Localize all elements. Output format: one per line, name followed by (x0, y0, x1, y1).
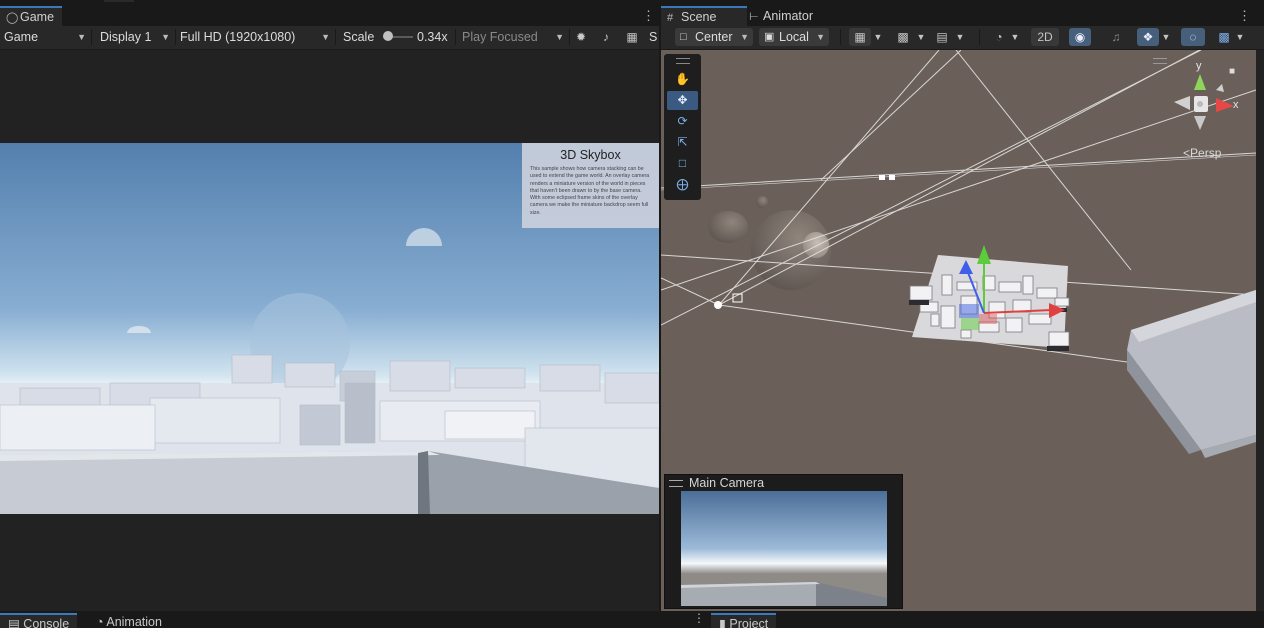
transform-tool-icon[interactable]: ⨁ (667, 175, 698, 194)
chevron-down-icon: ▼ (816, 32, 825, 42)
tab-scene[interactable]: # Scene (661, 6, 747, 26)
game-toolbar: Game ▼ Display 1 ▼ Full HD (1920x1080) ▼… (0, 26, 659, 50)
2d-toggle-label: 2D (1037, 30, 1053, 44)
lock-icon[interactable]: ■ (1229, 66, 1235, 77)
overlay-grip-icon[interactable] (676, 58, 690, 64)
tab-scene-label: Scene (681, 10, 717, 24)
chevron-down-icon: ▼ (161, 32, 170, 42)
move-tool-icon[interactable]: ✥ (667, 91, 698, 110)
chevron-down-icon[interactable]: ▼ (914, 28, 928, 46)
tab-console-label: Console (23, 617, 70, 628)
grid-icon: # (667, 12, 674, 24)
scale-label: Scale (343, 30, 375, 44)
game-tab-bar: ◯ Game ⋮ (0, 6, 659, 26)
chevron-down-icon: ▼ (555, 32, 564, 42)
game-view-dropdown-value: Game (4, 30, 39, 44)
rect-tool-icon[interactable]: □ (667, 154, 698, 173)
scene-camera-icon[interactable]: ▩ (1213, 28, 1235, 46)
projection-label: Persp (1190, 146, 1222, 160)
tab-animator-label: Animator (763, 9, 814, 23)
folder-icon: ▮ (719, 617, 726, 628)
chevron-down-icon: ▼ (77, 32, 86, 42)
gamepad-icon: ◯ (6, 12, 19, 24)
camera-preview-title: Main Camera (689, 476, 765, 490)
bottom-tab-bar: ▤ Console ◔ Animation ⋮ ▮ Project (0, 611, 1264, 628)
game-tab-menu-icon[interactable]: ⋮ (642, 8, 655, 24)
effects-toggle-icon[interactable]: ❖ (1137, 28, 1159, 46)
chevron-down-icon[interactable]: ▼ (953, 28, 967, 46)
tab-animation-label: Animation (106, 615, 162, 626)
draw-mode-icon[interactable]: ◔ (988, 28, 1010, 46)
console-icon: ▤ (8, 617, 20, 628)
play-mode-dropdown[interactable]: Play Focused ▼ (458, 28, 568, 46)
tab-animator[interactable]: ⊢ Animator (743, 6, 821, 26)
increment-snap-icon[interactable]: ▤ (931, 28, 953, 46)
toolbar-separator (979, 29, 980, 45)
scale-tool-icon[interactable]: ⇱ (667, 133, 698, 152)
hidden-objects-toggle-icon[interactable]: ◌ (1181, 28, 1205, 46)
scene-tools-overlay: ✋ ✥ ⟳ ⇱ □ ⨁ (664, 54, 701, 200)
hand-tool-icon[interactable]: ✋ (667, 70, 698, 89)
skybox-info-description: This sample shows how camera stacking ca… (530, 166, 650, 216)
grid-visibility-icon[interactable]: ▩ (892, 28, 914, 46)
pivot-space-value: Local (779, 30, 809, 44)
tab-project-label: Project (729, 617, 769, 628)
tab-game-label: Game (20, 10, 55, 24)
toolbar-separator (840, 29, 841, 45)
play-mode-dropdown-value: Play Focused (462, 30, 538, 44)
chevron-down-icon[interactable]: ▼ (1159, 28, 1173, 46)
toolbar-separator (91, 29, 92, 45)
animation-icon: ◔ (96, 615, 104, 626)
bottom-tab-menu-icon[interactable]: ⋮ (693, 611, 705, 625)
main-camera-preview[interactable]: Main Camera (664, 474, 903, 609)
keyboard-icon[interactable]: ▦ (621, 28, 643, 46)
scene-right-edge (1256, 50, 1264, 611)
scene-tab-bar: # Scene ⊢ Animator ⋮ (661, 6, 1264, 26)
bug-icon[interactable]: ✹ (570, 28, 592, 46)
skybox-info-panel: 3D Skybox This sample shows how camera s… (522, 143, 659, 228)
pivot-mode-dropdown[interactable]: □ Center ▼ (675, 28, 753, 46)
overlay-grip-icon[interactable] (669, 480, 683, 487)
gizmo-x-label: x (1233, 99, 1239, 111)
gizmo-y-label: y (1196, 60, 1202, 72)
game-view-dropdown[interactable]: Game ▼ (0, 28, 90, 46)
toolbar-separator (335, 29, 336, 45)
tab-animation[interactable]: ◔ Animation (88, 613, 170, 626)
projection-toggle[interactable]: <Persp (1183, 146, 1221, 160)
chevron-down-icon[interactable]: ▼ (1008, 28, 1022, 46)
overlay-grip-icon[interactable] (1153, 58, 1167, 64)
animator-icon: ⊢ (749, 11, 759, 23)
scene-toolbar: □ Center ▼ ▣ Local ▼ ▦ ▼ ▩ ▼ ▤ ▼ ◔ ▼ 2D … (661, 26, 1264, 50)
rotate-tool-icon[interactable]: ⟳ (667, 112, 698, 131)
pivot-space-dropdown[interactable]: ▣ Local ▼ (759, 28, 829, 46)
resolution-dropdown[interactable]: Full HD (1920x1080) ▼ (176, 28, 334, 46)
pivot-mode-value: Center (695, 30, 733, 44)
chevron-down-icon: ▼ (740, 32, 749, 42)
scale-value: 0.34x (417, 30, 448, 44)
stats-button[interactable]: S (649, 28, 657, 46)
grid-snap-icon[interactable]: ▦ (849, 28, 871, 46)
speaker-icon[interactable]: ♪ (595, 28, 617, 46)
scene-tab-menu-icon[interactable]: ⋮ (1238, 8, 1251, 24)
display-dropdown[interactable]: Display 1 ▼ (96, 28, 174, 46)
chevron-down-icon[interactable]: ▼ (871, 28, 885, 46)
cube-icon: ▣ (764, 31, 775, 43)
chevron-left-icon: < (1183, 146, 1191, 160)
pivot-icon: □ (680, 31, 687, 43)
chevron-down-icon: ▼ (321, 32, 330, 42)
scale-slider-thumb[interactable] (383, 31, 393, 41)
resolution-dropdown-value: Full HD (1920x1080) (180, 30, 296, 44)
lighting-toggle-icon[interactable]: ◉ (1069, 28, 1091, 46)
window-tab-remnant (104, 0, 134, 2)
2d-toggle-button[interactable]: 2D (1031, 28, 1059, 46)
audio-toggle-icon[interactable]: ♫ (1105, 28, 1127, 46)
camera-preview-render (681, 491, 887, 606)
chevron-down-icon[interactable]: ▼ (1233, 28, 1247, 46)
skybox-info-title: 3D Skybox (560, 148, 621, 162)
toolbar-separator (455, 29, 456, 45)
tab-game[interactable]: ◯ Game (0, 6, 63, 26)
display-dropdown-value: Display 1 (100, 30, 152, 44)
camera-preview-image (681, 491, 887, 606)
